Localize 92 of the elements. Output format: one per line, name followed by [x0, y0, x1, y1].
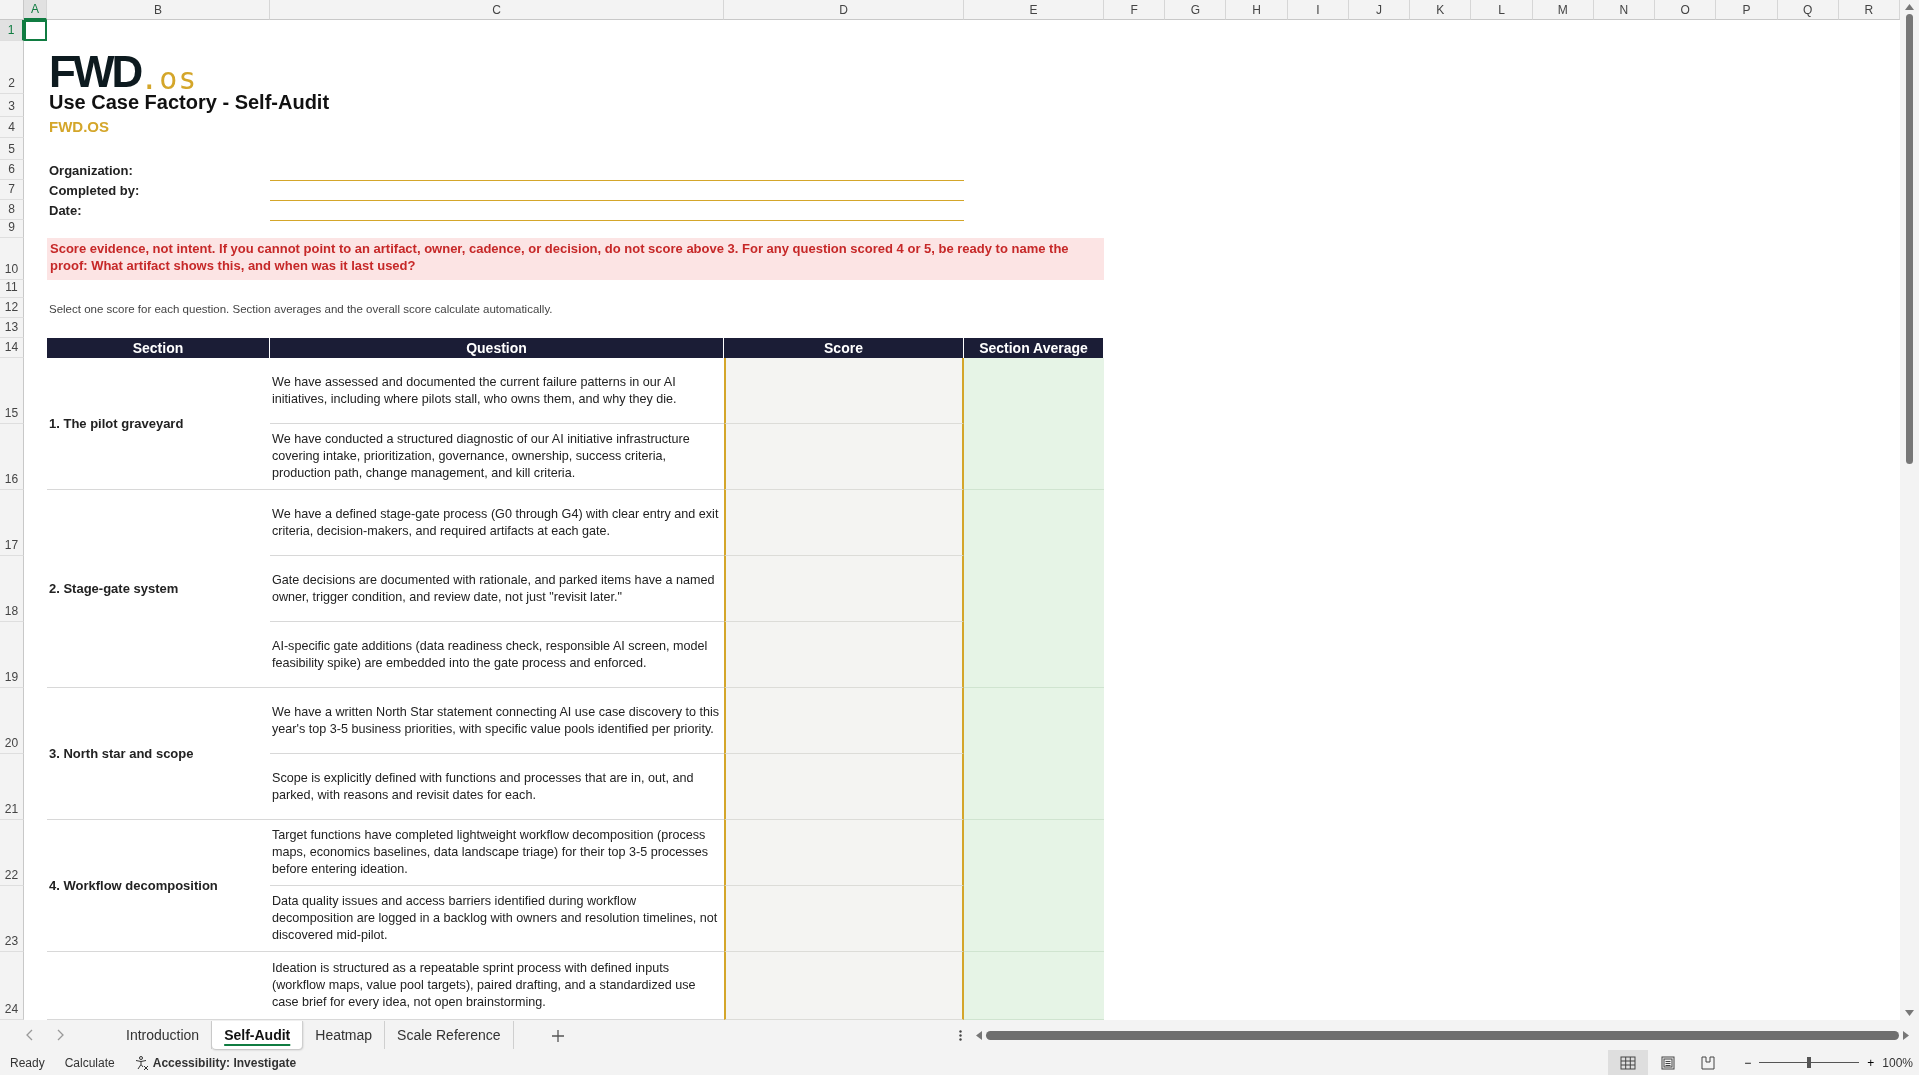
row-header[interactable]: 5 [0, 138, 24, 160]
accessibility-icon[interactable] [134, 1055, 149, 1070]
sheet-tab[interactable]: Self-Audit [212, 1021, 304, 1049]
scroll-down-icon[interactable] [1905, 1010, 1914, 1016]
column-header[interactable]: P [1716, 0, 1778, 20]
page-break-preview-icon [1700, 1055, 1717, 1070]
sheet-tab[interactable]: Scale Reference [385, 1021, 514, 1049]
score-cell[interactable] [724, 622, 964, 688]
more-options-icon[interactable] [958, 1030, 962, 1042]
row-header[interactable]: 2 [0, 41, 24, 94]
row-header[interactable]: 22 [0, 820, 24, 886]
row-header[interactable]: 16 [0, 424, 24, 490]
row-header[interactable]: 24 [0, 952, 24, 1020]
row-header[interactable]: 17 [0, 490, 24, 556]
column-header[interactable]: I [1287, 0, 1349, 20]
row-header[interactable]: 1 [0, 20, 24, 41]
section-label: 4. Workflow decomposition [47, 820, 270, 952]
sheet-tab[interactable]: Heatmap [303, 1021, 386, 1049]
row-header[interactable]: 7 [0, 180, 24, 200]
column-header[interactable]: O [1655, 0, 1717, 20]
zoom-slider-thumb[interactable] [1807, 1057, 1812, 1068]
column-heading: Score [724, 338, 964, 358]
row-header[interactable]: 8 [0, 200, 24, 220]
column-heading: Section Average [964, 338, 1104, 358]
scroll-right-icon[interactable] [1903, 1030, 1909, 1040]
column-header[interactable]: A [24, 0, 47, 20]
score-cell[interactable] [724, 886, 964, 952]
normal-view-icon-button[interactable] [1608, 1050, 1649, 1075]
row-header[interactable]: 6 [0, 160, 24, 180]
row-header[interactable]: 20 [0, 688, 24, 754]
column-header[interactable]: J [1348, 0, 1411, 20]
score-cell[interactable] [724, 556, 964, 622]
column-header[interactable]: H [1226, 0, 1288, 20]
selected-cell[interactable] [24, 20, 47, 41]
row-header[interactable]: 11 [0, 280, 24, 298]
score-cell[interactable] [724, 820, 964, 886]
next-sheet-icon[interactable] [57, 1029, 64, 1041]
score-cell[interactable] [724, 424, 964, 490]
row-header[interactable]: 3 [0, 94, 24, 117]
column-header[interactable]: B [47, 0, 270, 20]
row-header[interactable]: 9 [0, 220, 24, 238]
score-cell[interactable] [724, 490, 964, 556]
zoom-in-button[interactable]: + [1867, 1053, 1875, 1072]
accessibility-status[interactable]: Accessibility: Investigate [152, 1053, 297, 1072]
row-header[interactable]: 12 [0, 298, 24, 318]
row-header[interactable]: 13 [0, 318, 24, 338]
score-cell[interactable] [724, 358, 964, 424]
page-layout-icon [1660, 1055, 1677, 1070]
column-header[interactable]: D [724, 0, 964, 20]
column-header[interactable]: K [1410, 0, 1472, 20]
warning-note: Score evidence, not intent. If you cannot point to an artifact, owner, cadence, or decision, do not score above 3. For any question scored 4 or 5, be ready to name the proof: What artifact shows this, and when was it last used? [47, 238, 1104, 280]
section-label: 1. The pilot graveyard [47, 358, 270, 490]
column-header[interactable]: F [1104, 0, 1166, 20]
add-sheet-icon[interactable] [551, 1029, 564, 1042]
column-header[interactable]: M [1532, 0, 1594, 20]
field-label: Completed by: [48, 181, 141, 200]
column-heading: Question [270, 338, 724, 358]
vertical-scrollbar-thumb[interactable] [1906, 14, 1913, 464]
instruction-text: Select one score for each question. Section averages and the overall score calculate automatically. [48, 301, 554, 317]
column-heading: Section [47, 338, 270, 358]
zoom-out-button[interactable]: − [1744, 1053, 1752, 1072]
row-header[interactable]: 15 [0, 358, 24, 424]
zoom-level[interactable]: 100% [1882, 1053, 1913, 1072]
row-header[interactable]: 10 [0, 238, 24, 280]
horizontal-scrollbar-thumb[interactable] [985, 1030, 1899, 1040]
status-text: Ready [10, 1054, 45, 1072]
score-cell[interactable] [724, 688, 964, 754]
column-header[interactable]: C [270, 0, 724, 20]
normal-view-icon [1620, 1055, 1637, 1070]
field-label: Organization: [48, 161, 134, 180]
row-header[interactable]: 14 [0, 338, 24, 358]
column-header[interactable]: L [1471, 0, 1533, 20]
section-label: 2. Stage-gate system [47, 490, 270, 688]
column-header[interactable]: Q [1777, 0, 1839, 20]
row-header[interactable]: 18 [0, 556, 24, 622]
score-cell[interactable] [724, 952, 964, 1020]
field-label: Date: [48, 201, 83, 220]
column-header[interactable]: N [1593, 0, 1656, 20]
scroll-left-icon[interactable] [975, 1030, 982, 1040]
previous-sheet-icon[interactable] [26, 1029, 33, 1041]
row-header[interactable]: 4 [0, 117, 24, 138]
row-header[interactable]: 19 [0, 622, 24, 688]
column-header[interactable]: R [1838, 0, 1900, 20]
brand-text: FWD.OS [48, 116, 110, 137]
column-header[interactable]: G [1165, 0, 1227, 20]
row-header[interactable]: 21 [0, 754, 24, 820]
column-header[interactable]: E [964, 0, 1104, 20]
score-cell[interactable] [724, 754, 964, 820]
section-label: 3. North star and scope [47, 688, 270, 820]
row-header[interactable]: 23 [0, 886, 24, 952]
status-text: Calculate [64, 1054, 115, 1072]
scroll-up-icon[interactable] [1905, 4, 1914, 10]
